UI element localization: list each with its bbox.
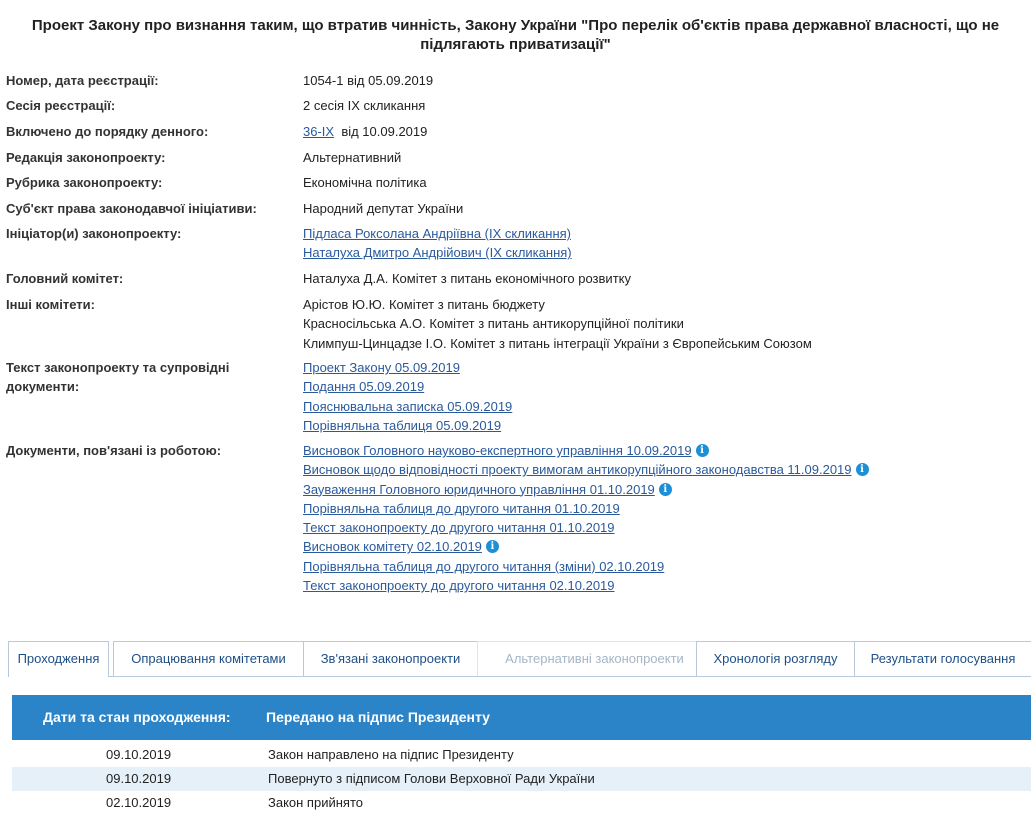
table-row: 09.10.2019 Закон направлено на підпис Пр… — [12, 743, 1031, 767]
initiator-link[interactable]: Наталуха Дмитро Андрійович (IX скликання… — [303, 243, 1023, 262]
table-row: 02.10.2019 Закон прийнято — [12, 791, 1031, 815]
tab-voting-results[interactable]: Результати голосування — [854, 641, 1031, 676]
text-document-link[interactable]: Подання 05.09.2019 — [303, 377, 1023, 396]
field-label: Рубрика законопроекту: — [6, 175, 163, 190]
main-committee-value: Наталуха Д.А. Комітет з питань економічн… — [303, 271, 631, 286]
related-document-link[interactable]: Текст законопроекту до другого читання 0… — [303, 578, 615, 593]
tab-bar: Проходження Опрацювання комітетами Зв'яз… — [8, 641, 1031, 677]
field-label: Інші комітети: — [6, 297, 95, 312]
related-document-link[interactable]: Висновок комітету 02.10.2019 — [303, 539, 482, 554]
row-status: Закон направлено на підпис Президенту — [268, 747, 514, 762]
header-status: Передано на підпис Президенту — [266, 709, 490, 725]
agenda-date: від 10.09.2019 — [341, 124, 428, 139]
tab-chronology[interactable]: Хронологія розгляду — [696, 641, 855, 676]
text-document-link[interactable]: Пояснювальна записка 05.09.2019 — [303, 397, 1023, 416]
passage-table-header: Дати та стан проходження: Передано на пі… — [12, 695, 1031, 740]
row-date: 09.10.2019 — [106, 747, 172, 762]
row-status: Повернуто з підписом Голови Верховної Ра… — [268, 771, 595, 786]
initiator-link[interactable]: Підласа Роксолана Андріївна (IX скликанн… — [303, 224, 1023, 243]
committee-item: Красносільська А.О. Комітет з питань ант… — [303, 316, 684, 332]
field-label: Включено до порядку денного: — [6, 124, 209, 139]
field-label: Головний комітет: — [6, 271, 124, 286]
info-icon[interactable]: i — [855, 463, 869, 477]
tab-alternative-bills: Альтернативні законопроекти — [477, 641, 712, 676]
committee-item: Арістов Ю.Ю. Комітет з питань бюджету — [303, 297, 545, 312]
info-icon[interactable]: i — [485, 540, 499, 554]
related-document-link[interactable]: Висновок щодо відповідності проекту вимо… — [303, 462, 852, 477]
text-document-link[interactable]: Проект Закону 05.09.2019 — [303, 358, 1023, 377]
text-document-link[interactable]: Порівняльна таблиця 05.09.2019 — [303, 416, 1023, 435]
field-label: Документи, пов'язані із роботою: — [6, 443, 222, 458]
field-label: Сесія реєстрації: — [6, 98, 116, 113]
row-status: Закон прийнято — [268, 795, 363, 810]
info-icon[interactable]: i — [695, 444, 709, 457]
subject-value: Народний депутат України — [303, 201, 464, 216]
related-document-link[interactable]: Текст законопроекту до другого читання 0… — [303, 520, 615, 535]
tab-related-bills[interactable]: Зв'язані законопроекти — [303, 641, 478, 676]
tab-passage[interactable]: Проходження — [8, 641, 109, 677]
field-label: Ініціатор(и) законопроекту: — [6, 226, 182, 241]
tab-committees[interactable]: Опрацювання комітетами — [113, 641, 304, 676]
rubric-value: Економічна політика — [303, 175, 427, 190]
field-label: Редакція законопроекту: — [6, 150, 166, 165]
edition-value: Альтернативний — [303, 150, 402, 165]
field-label: Суб'єкт права законодавчої ініціативи: — [6, 201, 257, 216]
committee-item: Климпуш-Цинцадзе І.О. Комітет з питань і… — [303, 335, 812, 351]
row-date: 02.10.2019 — [106, 795, 172, 810]
agenda-link[interactable]: 36-IX — [303, 124, 334, 139]
related-document-link[interactable]: Порівняльна таблиця до другого читання 0… — [303, 501, 620, 516]
related-document-link[interactable]: Зауваження Головного юридичного управлін… — [303, 482, 655, 497]
related-document-link[interactable]: Висновок Головного науково-експертного у… — [303, 443, 692, 458]
related-document-link[interactable]: Порівняльна таблиця до другого читання (… — [303, 559, 664, 574]
row-date: 09.10.2019 — [106, 771, 172, 786]
info-icon[interactable]: i — [658, 482, 672, 496]
table-row: 09.10.2019 Повернуто з підписом Голови В… — [12, 767, 1031, 791]
field-label: Номер, дата реєстрації: — [6, 73, 159, 88]
page-title: Проект Закону про визнання таким, що втр… — [31, 17, 1000, 53]
session-value: 2 сесія IX скликання — [303, 98, 426, 113]
header-label: Дати та стан проходження: — [43, 709, 231, 725]
registration-value: 1054-1 від 05.09.2019 — [303, 73, 434, 88]
field-label: Текст законопроекту та супровідні докуме… — [6, 360, 230, 394]
